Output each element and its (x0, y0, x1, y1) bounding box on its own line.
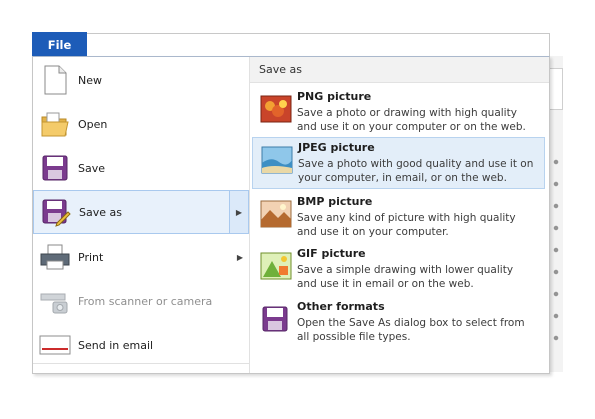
menu-item-label: Print (78, 250, 104, 264)
paint-file-menu-screen: File New Open Save Save as ▶ Print ▶ Fro… (0, 0, 595, 419)
save-as-icon (39, 195, 73, 229)
save-option-jpeg[interactable]: JPEG picture Save a photo with good qual… (252, 137, 545, 189)
menu-item-label: New (78, 73, 102, 87)
menu-item-label: Send in email (78, 338, 154, 352)
file-tab[interactable]: File (32, 32, 87, 57)
scanner-camera-icon (38, 284, 72, 318)
save-option-title: BMP picture (297, 195, 373, 208)
submenu-arrow-icon[interactable]: ▶ (229, 191, 248, 233)
bmp-picture-icon (260, 198, 292, 230)
save-option-description: Save a photo or drawing with high qualit… (297, 107, 526, 133)
menu-item-label: From scanner or camera (78, 294, 213, 308)
printer-icon (38, 240, 72, 274)
file-menu: New Open Save Save as ▶ Print ▶ From sca… (32, 56, 550, 374)
menu-item-print[interactable]: Print ▶ (33, 235, 249, 279)
save-floppy-icon (38, 151, 72, 185)
save-option-description: Save a photo with good quality and use i… (298, 158, 534, 184)
menu-item-new[interactable]: New (33, 58, 249, 102)
save-option-gif[interactable]: GIF picture Save a simple drawing with l… (252, 244, 545, 296)
save-option-other-formats[interactable]: Other formats Open the Save As dialog bo… (252, 297, 545, 349)
save-option-title: PNG picture (297, 90, 372, 103)
save-option-description: Save a simple drawing with lower quality… (297, 264, 514, 290)
email-icon (38, 328, 72, 362)
save-option-title: Other formats (297, 300, 385, 313)
other-formats-icon (260, 303, 292, 335)
png-picture-icon (260, 93, 292, 125)
jpeg-picture-icon (261, 144, 293, 176)
save-as-submenu: Save as PNG picture Save a photo or draw… (250, 57, 549, 373)
open-folder-icon (38, 107, 72, 141)
ribbon-edge (87, 33, 550, 58)
save-option-title: JPEG picture (298, 141, 375, 154)
save-option-png[interactable]: PNG picture Save a photo or drawing with… (252, 87, 545, 139)
menu-item-save-as[interactable]: Save as ▶ (33, 190, 249, 234)
submenu-arrow-icon[interactable]: ▶ (231, 235, 249, 279)
menu-item-label: Open (78, 117, 108, 131)
save-option-bmp[interactable]: BMP picture Save any kind of picture wit… (252, 192, 545, 244)
background-canvas-detail (552, 156, 560, 356)
menu-item-open[interactable]: Open (33, 102, 249, 146)
menu-item-send-email[interactable]: Send in email (33, 323, 249, 367)
menu-item-save[interactable]: Save (33, 146, 249, 190)
background-control (549, 68, 563, 110)
save-option-title: GIF picture (297, 247, 366, 260)
new-document-icon (38, 63, 72, 97)
save-option-description: Save any kind of picture with high quali… (297, 212, 516, 238)
menu-item-label: Save as (79, 205, 122, 219)
menu-item-from-scanner[interactable]: From scanner or camera (33, 279, 249, 323)
menu-item-label: Save (78, 161, 106, 175)
gif-picture-icon (260, 250, 292, 282)
submenu-header: Save as (250, 57, 549, 83)
file-menu-commands: New Open Save Save as ▶ Print ▶ From sca… (33, 57, 250, 373)
save-option-description: Open the Save As dialog box to select fr… (297, 317, 525, 343)
divider (33, 363, 249, 364)
background-app-edge (548, 56, 563, 372)
